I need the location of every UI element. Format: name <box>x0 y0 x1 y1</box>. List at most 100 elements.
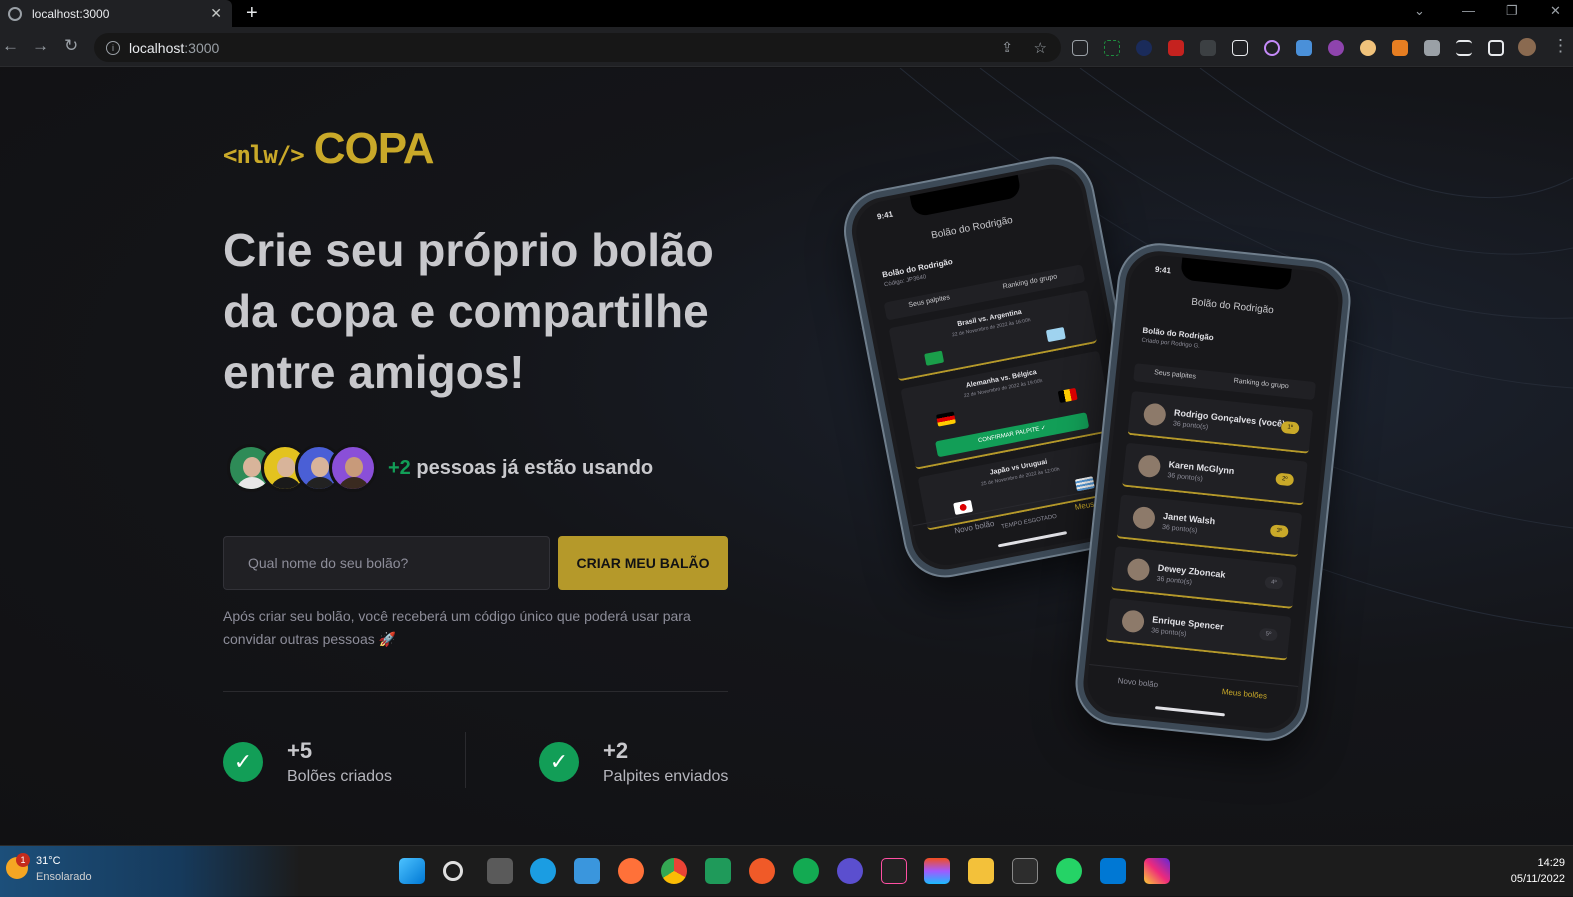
ranking-points: 36 ponto(s) <box>1161 523 1198 535</box>
avatar <box>329 444 377 492</box>
ranking-position: 5º <box>1258 627 1278 642</box>
avatar <box>1137 454 1162 479</box>
ranking-points: 36 ponto(s) <box>1150 627 1187 638</box>
extension-icon[interactable] <box>1200 40 1216 56</box>
notification-badge: 1 <box>16 853 30 867</box>
avatar <box>1142 402 1167 427</box>
footer-my-pools: Meus bolões <box>1221 687 1268 701</box>
share-icon[interactable]: ⇪ <box>1001 39 1013 56</box>
firefox-icon[interactable] <box>618 858 644 884</box>
reload-icon[interactable]: ↻ <box>64 36 78 56</box>
phone-tab: Ranking do grupo <box>1233 377 1290 391</box>
users-count: +2 <box>388 457 411 479</box>
extension-icon[interactable] <box>1104 40 1120 56</box>
browser-tab[interactable]: localhost:3000 ✕ <box>0 0 232 27</box>
ranking-position: 4º <box>1264 575 1284 590</box>
extension-icon[interactable] <box>1264 40 1280 56</box>
create-pool-button[interactable]: CRIAR MEU BALÃO <box>558 536 728 590</box>
avatar <box>1126 557 1151 582</box>
forward-icon[interactable]: → <box>32 36 49 56</box>
stat-value: +5 <box>287 738 313 763</box>
extension-icon[interactable] <box>1072 40 1088 56</box>
profile-avatar[interactable] <box>1518 38 1536 56</box>
footer-new-pool: Novo bolão <box>1117 676 1159 690</box>
app-icon[interactable] <box>749 858 775 884</box>
folder-icon[interactable] <box>968 858 994 884</box>
ranking-position: 1º <box>1280 420 1300 435</box>
ranking-points: 36 ponto(s) <box>1167 472 1204 483</box>
info-note: Após criar seu bolão, você receberá um c… <box>223 608 691 647</box>
new-tab-button[interactable]: + <box>246 2 258 25</box>
avatar <box>1120 609 1146 634</box>
close-window-button[interactable]: ✕ <box>1550 3 1561 19</box>
minimize-button[interactable]: — <box>1462 3 1475 18</box>
mongodb-icon[interactable] <box>793 858 819 884</box>
pool-name-input[interactable] <box>223 536 550 590</box>
extension-icon[interactable] <box>1392 40 1408 56</box>
users-count-text: +2 pessoas já estão usando <box>388 457 653 480</box>
phone-time: 9:41 <box>1154 264 1172 276</box>
task-view-icon[interactable] <box>487 858 513 884</box>
logo-brand: COPA <box>313 124 435 173</box>
page-title: Crie seu próprio bolão da copa e compart… <box>223 224 714 398</box>
maximize-button[interactable]: ❐ <box>1506 3 1518 19</box>
vscode-icon[interactable] <box>1100 858 1126 884</box>
weather-condition: Ensolarado <box>36 871 92 883</box>
terminal-icon[interactable] <box>1012 858 1038 884</box>
divider <box>223 691 728 692</box>
url-host: localhost <box>129 39 185 56</box>
app-icon[interactable] <box>837 858 863 884</box>
phone-title: Bolão do Rodrigão <box>1190 296 1275 317</box>
ranking-points: 36 ponto(s) <box>1156 575 1193 587</box>
check-icon: ✓ <box>539 742 579 782</box>
windows-start-icon[interactable] <box>399 858 425 884</box>
stat-label: Palpites enviados <box>603 768 729 785</box>
phone-tab: Seus palpites <box>907 294 951 310</box>
extension-icon[interactable] <box>1360 40 1376 56</box>
extension-icon[interactable] <box>1136 40 1152 56</box>
phone-title: Bolão do Rodrigão <box>930 214 1014 242</box>
edge-icon[interactable] <box>530 858 556 884</box>
extension-icon[interactable] <box>1328 40 1344 56</box>
ranking-row: Dewey Zboncak 36 ponto(s) 4º <box>1111 546 1297 609</box>
whatsapp-icon[interactable] <box>1056 858 1082 884</box>
store-icon[interactable] <box>574 858 600 884</box>
back-icon[interactable]: ← <box>2 36 19 56</box>
extension-icon[interactable] <box>1168 40 1184 56</box>
tab-search-icon[interactable]: ⌄ <box>1414 3 1425 19</box>
address-bar[interactable]: i localhost:3000 ⇪ ☆ <box>94 33 1061 62</box>
chrome-icon[interactable] <box>661 858 687 884</box>
browser-tab-strip: localhost:3000 ✕ + ⌄ — ❐ ✕ <box>0 0 1573 27</box>
tab-title: localhost:3000 <box>32 6 110 21</box>
ranking-position: 2º <box>1275 472 1295 487</box>
flag-icon <box>1045 326 1066 343</box>
reading-list-icon[interactable] <box>1456 40 1472 56</box>
menu-dots-icon[interactable]: ⋮ <box>1552 36 1569 56</box>
divider <box>465 732 466 788</box>
bookmark-star-icon[interactable]: ☆ <box>1034 39 1047 57</box>
side-panel-icon[interactable] <box>1488 40 1504 56</box>
flag-icon <box>924 350 945 366</box>
weather-temp: 31°C <box>36 855 61 867</box>
extensions-puzzle-icon[interactable] <box>1424 40 1440 56</box>
user-avatars <box>227 444 377 492</box>
flag-icon <box>1074 476 1095 492</box>
instagram-icon[interactable] <box>1144 858 1170 884</box>
app-icon[interactable] <box>705 858 731 884</box>
site-info-icon[interactable]: i <box>106 40 120 55</box>
ranking-points: 36 ponto(s) <box>1172 420 1209 432</box>
weather-widget[interactable]: 1 31°C Ensolarado <box>0 846 300 897</box>
extension-icon[interactable] <box>1296 40 1312 56</box>
system-clock[interactable]: 14:29 05/11/2022 <box>1511 855 1565 887</box>
figma-icon[interactable] <box>924 858 950 884</box>
close-tab-icon[interactable]: ✕ <box>210 5 222 22</box>
os-taskbar: 1 31°C Ensolarado 14:29 05/11/2022 <box>0 845 1573 897</box>
globe-icon <box>8 6 22 21</box>
terminal-icon[interactable] <box>881 858 907 884</box>
phone-tab: Ranking do grupo <box>1002 273 1058 291</box>
ranking-row: Rodrigo Gonçalves (você) 36 ponto(s) 1º <box>1127 390 1314 454</box>
browser-toolbar: ← → ↻ i localhost:3000 ⇪ ☆ ⋮ <box>0 27 1573 67</box>
stat-guesses-sent: ✓ +2 Palpites enviados <box>539 732 728 792</box>
extension-icon[interactable] <box>1232 40 1248 56</box>
search-icon[interactable] <box>443 861 463 881</box>
